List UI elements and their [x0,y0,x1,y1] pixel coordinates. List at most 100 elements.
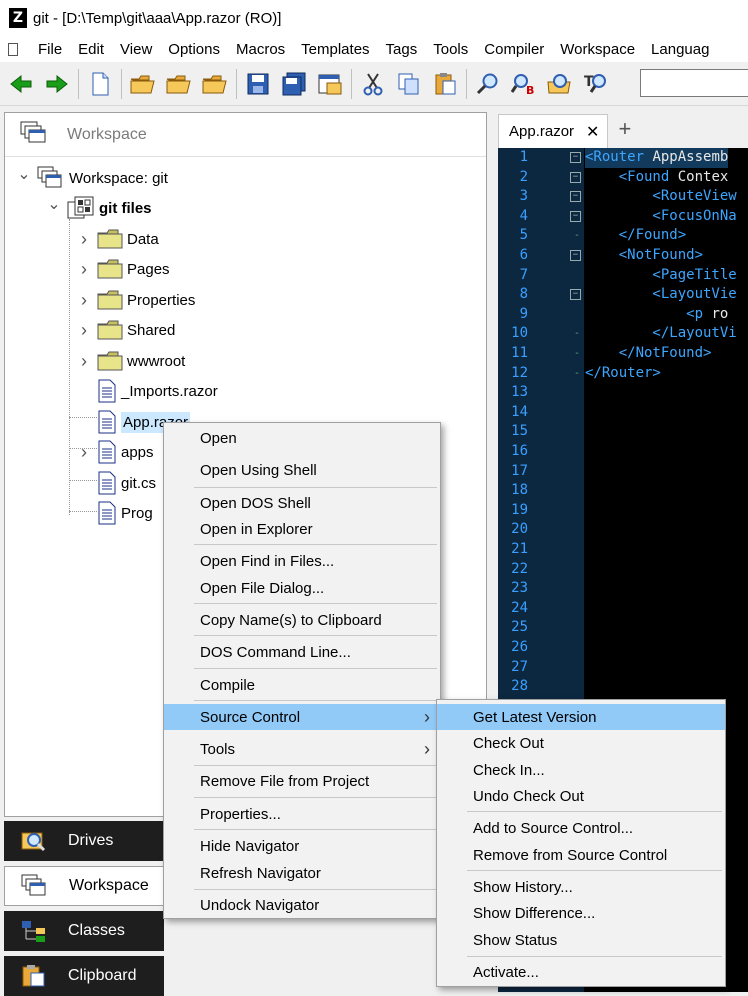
save-icon[interactable] [243,69,273,99]
fold-toggle-icon[interactable]: − [570,191,581,203]
menu-item-open-find-in-files[interactable]: Open Find in Files... [164,548,440,574]
menu-languag[interactable]: Languag [643,41,717,58]
back-arrow-icon[interactable] [6,69,36,99]
menu-item-show-difference[interactable]: Show Difference... [437,900,725,926]
menu-item-tools[interactable]: Tools › [164,736,440,762]
cut-icon[interactable] [358,69,388,99]
menu-edit[interactable]: Edit [70,41,112,58]
tree-item-apps[interactable]: › apps [77,439,154,465]
code-line[interactable]: 15 [498,422,748,442]
chevron-down-icon[interactable]: ⌄ [17,166,31,183]
chevron-right-icon[interactable]: › [77,442,91,462]
menu-workspace[interactable]: Workspace [552,41,643,58]
menu-item-compile[interactable]: Compile [164,672,440,698]
tree-item-workspace-git[interactable]: ⌄ Workspace: git [17,165,168,191]
menu-item-activate[interactable]: Activate... [437,959,725,985]
code-line[interactable]: 4 − <FocusOnNa [498,207,748,227]
menu-item-add-to-source-control[interactable]: Add to Source Control... [437,815,725,841]
toolbar-search-input[interactable] [640,69,748,97]
code-line[interactable]: 13 [498,383,748,403]
code-line[interactable]: 26 [498,638,748,658]
code-line[interactable]: 10 - </LayoutVi [498,324,748,344]
menu-item-remove-from-source-control[interactable]: Remove from Source Control [437,842,725,868]
menu-item-copy-name-s-to-clipboard[interactable]: Copy Name(s) to Clipboard [164,607,440,633]
code-line[interactable]: 7 <PageTitle [498,266,748,286]
tree-item-pages[interactable]: › Pages [77,256,170,282]
menu-item-undo-check-out[interactable]: Undo Check Out [437,783,725,809]
fold-toggle-icon[interactable]: − [570,171,581,183]
fold-toggle-icon[interactable]: − [570,152,581,163]
tree-item-shared[interactable]: › Shared [77,317,175,343]
code-line[interactable]: 2 − <Found Contex [498,168,748,188]
code-line[interactable]: 9 <p ro [498,305,748,325]
code-line[interactable]: 6 − <NotFound> [498,246,748,266]
tab-classes[interactable]: Classes [4,911,164,951]
chevron-right-icon[interactable]: › [77,229,91,249]
tree-item-imports-razor[interactable]: _Imports.razor [77,378,218,404]
open-folder-3-icon[interactable] [200,69,230,99]
chevron-right-icon[interactable]: › [77,351,91,371]
menu-compiler[interactable]: Compiler [476,41,552,58]
tree-item-wwwroot[interactable]: › wwwroot [77,348,185,374]
menu-item-check-in[interactable]: Check In... [437,757,725,783]
new-file-icon[interactable] [85,69,115,99]
code-line[interactable]: 17 [498,462,748,482]
tree-item-git-files[interactable]: ⌄ git files [47,195,152,221]
menu-item-hide-navigator[interactable]: Hide Navigator [164,833,440,859]
menu-item-show-status[interactable]: Show Status [437,927,725,953]
menu-item-open-using-shell[interactable]: Open Using Shell [164,457,440,483]
fold-toggle-icon[interactable]: − [570,289,581,301]
menu-tools[interactable]: Tools [425,41,476,58]
code-line[interactable]: 24 [498,599,748,619]
code-line[interactable]: 22 [498,560,748,580]
copy-icon[interactable] [394,69,424,99]
tree-item-data[interactable]: › Data [77,226,159,252]
tree-item-properties[interactable]: › Properties [77,287,195,313]
forward-arrow-icon[interactable] [42,69,72,99]
tree-item-prog[interactable]: Prog [77,500,153,526]
code-line[interactable]: 28 [498,677,748,697]
tree-item-git-cs[interactable]: git.cs [77,470,156,496]
editor-tab-app-razor[interactable]: App.razor ✕ [498,114,609,148]
code-line[interactable]: 8 − <LayoutVie [498,285,748,305]
code-line[interactable]: 16 [498,442,748,462]
code-line[interactable]: 25 [498,618,748,638]
code-line[interactable]: 3 − <RouteView [498,187,748,207]
code-line[interactable]: 20 [498,520,748,540]
find-text-icon[interactable]: T [581,69,611,99]
menu-options[interactable]: Options [160,41,228,58]
menu-item-refresh-navigator[interactable]: Refresh Navigator [164,860,440,886]
tab-clipboard[interactable]: Clipboard [4,956,164,996]
code-line[interactable]: 21 [498,540,748,560]
menu-item-check-out[interactable]: Check Out [437,730,725,756]
fold-toggle-icon[interactable]: − [570,210,581,222]
menu-tags[interactable]: Tags [378,41,426,58]
chevron-right-icon[interactable]: › [77,290,91,310]
window-icon[interactable] [315,69,345,99]
open-folder-icon[interactable] [128,69,158,99]
menu-view[interactable]: View [112,41,160,58]
menu-item-undock-navigator[interactable]: Undock Navigator [164,892,440,918]
menu-item-show-history[interactable]: Show History... [437,874,725,900]
menu-item-open[interactable]: Open [164,425,440,451]
code-line[interactable]: 1 − <Router AppAssemb [498,148,748,168]
menu-item-remove-file-from-project[interactable]: Remove File from Project [164,768,440,794]
menu-item-open-in-explorer[interactable]: Open in Explorer [164,516,440,542]
find-icon[interactable] [473,69,503,99]
tab-drives[interactable]: Drives [4,821,164,861]
code-line[interactable]: 12 - </Router> [498,364,748,384]
code-line[interactable]: 19 [498,501,748,521]
chevron-down-icon[interactable]: ⌄ [47,196,61,213]
save-all-icon[interactable] [279,69,309,99]
find-replace-icon[interactable]: B [509,69,539,99]
menu-item-properties[interactable]: Properties... [164,801,440,827]
open-folder-2-icon[interactable] [164,69,194,99]
close-icon[interactable]: ✕ [586,122,599,142]
menu-file[interactable]: File [30,41,70,58]
new-tab-icon[interactable]: + [618,116,631,142]
menu-item-open-dos-shell[interactable]: Open DOS Shell [164,490,440,516]
fold-toggle-icon[interactable]: − [570,250,581,261]
code-line[interactable]: 14 [498,403,748,423]
chevron-right-icon[interactable]: › [77,320,91,340]
menu-item-dos-command-line[interactable]: DOS Command Line... [164,639,440,665]
